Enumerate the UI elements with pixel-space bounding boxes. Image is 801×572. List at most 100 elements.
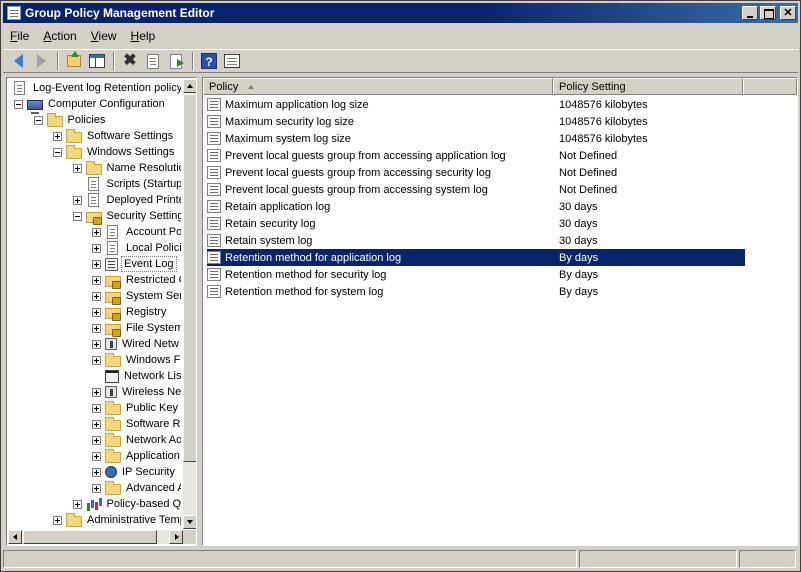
- tree-node[interactable]: Public Key P: [92, 400, 181, 416]
- security-folder-icon: [105, 323, 121, 337]
- policy-row[interactable]: Retain application log 30 days: [207, 198, 745, 215]
- policy-row[interactable]: Maximum system log size 1048576 kilobytes: [207, 130, 745, 147]
- expand-icon[interactable]: [92, 419, 101, 429]
- collapse-icon[interactable]: [14, 99, 23, 109]
- status-bar: [3, 550, 798, 570]
- tree-node[interactable]: Wired Netw: [92, 336, 181, 352]
- expand-icon[interactable]: [92, 307, 101, 317]
- policy-row[interactable]: Maximum security log size 1048576 kilobyt…: [207, 113, 745, 130]
- tree-horizontal-scroll-thumb[interactable]: [23, 530, 157, 544]
- back-button[interactable]: [7, 51, 29, 71]
- policy-row[interactable]: Retention method for system log By days: [207, 283, 745, 300]
- tree-node[interactable]: Account Pol: [92, 224, 181, 240]
- tree-node[interactable]: Advanced A: [92, 480, 181, 496]
- tree-node[interactable]: Registry: [92, 304, 168, 321]
- show-hide-action-pane-button[interactable]: [221, 51, 243, 71]
- show-hide-tree-button[interactable]: [86, 51, 108, 71]
- policy-setting-value: 1048576 kilobytes: [559, 98, 648, 111]
- scroll-up-button[interactable]: [183, 79, 196, 93]
- document-icon: [87, 177, 99, 191]
- tree-node[interactable]: Windows Fir: [92, 352, 181, 368]
- expand-icon[interactable]: [92, 243, 101, 253]
- tree-vertical-scroll-thumb[interactable]: [183, 94, 196, 462]
- tree-node[interactable]: Name Resolutio: [72, 160, 181, 176]
- expand-icon[interactable]: [92, 259, 101, 269]
- policy-row[interactable]: Retain system log 30 days: [207, 232, 745, 249]
- tree-node[interactable]: Restricted G: [92, 272, 181, 289]
- expand-icon[interactable]: [92, 387, 101, 397]
- menu-view-mnemonic: V: [90, 29, 99, 43]
- tree-node[interactable]: Application: [92, 448, 181, 464]
- menu-help[interactable]: Help: [124, 27, 163, 45]
- properties-button[interactable]: [142, 51, 164, 71]
- tree-node[interactable]: Event Log: [92, 256, 177, 272]
- console-tree[interactable]: Log-Event log Retention policy_ Computer …: [6, 77, 197, 546]
- expand-icon[interactable]: [92, 451, 101, 461]
- expand-icon[interactable]: [92, 227, 101, 237]
- tree-node[interactable]: Windows Settings: [53, 144, 176, 160]
- security-folder-icon: [105, 291, 121, 305]
- tree-node[interactable]: Scripts (Startup: [73, 176, 181, 192]
- expand-icon[interactable]: [92, 275, 101, 285]
- tree-node[interactable]: Log-Event log Retention policy_: [12, 80, 181, 96]
- expand-icon[interactable]: [92, 291, 101, 301]
- up-one-level-button[interactable]: [63, 51, 85, 71]
- tree-node[interactable]: IP Security: [92, 464, 177, 480]
- menu-action[interactable]: Action: [36, 27, 83, 45]
- export-list-button[interactable]: [165, 51, 187, 71]
- column-header-policy[interactable]: Policy: [203, 78, 553, 95]
- collapse-icon[interactable]: [33, 115, 43, 125]
- tree-node[interactable]: Policy-based Qo: [72, 496, 181, 512]
- expand-icon[interactable]: [92, 323, 101, 333]
- forward-button[interactable]: [30, 51, 52, 71]
- policy-row[interactable]: Retention method for security log By days: [207, 266, 745, 283]
- collapse-icon[interactable]: [53, 147, 62, 157]
- scroll-right-button[interactable]: [169, 530, 183, 544]
- tree-node[interactable]: Software Re: [92, 416, 181, 432]
- title-bar[interactable]: Group Policy Management Editor ✕: [3, 3, 798, 23]
- expand-icon[interactable]: [92, 467, 101, 477]
- scroll-down-button[interactable]: [183, 515, 196, 529]
- collapse-icon[interactable]: [72, 211, 82, 221]
- menu-view[interactable]: View: [84, 27, 124, 45]
- help-button[interactable]: ?: [198, 51, 220, 71]
- expand-icon[interactable]: [53, 515, 62, 525]
- tree-node[interactable]: Administrative Temp: [53, 512, 181, 528]
- delete-button[interactable]: ✖: [119, 51, 141, 71]
- tree-node[interactable]: Network Lis: [92, 368, 181, 384]
- close-button[interactable]: ✕: [780, 6, 796, 20]
- tree-node[interactable]: Computer Configuration: [14, 96, 167, 114]
- minimize-button[interactable]: [742, 6, 758, 20]
- expand-icon[interactable]: [92, 435, 101, 445]
- expand-icon[interactable]: [92, 403, 101, 413]
- expand-icon[interactable]: [72, 163, 82, 173]
- tree-node[interactable]: Deployed Printe: [72, 192, 181, 208]
- expand-icon[interactable]: [72, 195, 82, 205]
- results-list[interactable]: Policy Policy Setting Maximum applicatio…: [202, 77, 798, 546]
- tree-node[interactable]: Network Ac: [92, 432, 181, 448]
- tree-horizontal-scrollbar[interactable]: [8, 530, 183, 544]
- tree-node[interactable]: System Serv: [92, 288, 181, 305]
- tree-node[interactable]: Policies: [33, 112, 108, 128]
- expand-icon[interactable]: [72, 499, 82, 509]
- policy-row[interactable]: Retain security log 30 days: [207, 215, 745, 232]
- tree-node[interactable]: File System: [92, 320, 181, 337]
- expand-icon[interactable]: [53, 131, 62, 141]
- policy-row[interactable]: Prevent local guests group from accessin…: [207, 164, 745, 181]
- policy-row[interactable]: Retention method for application log By d…: [207, 249, 745, 266]
- scroll-left-button[interactable]: [8, 530, 22, 544]
- tree-node[interactable]: Local Policie: [92, 240, 181, 256]
- expand-icon[interactable]: [92, 339, 101, 349]
- menu-file[interactable]: File: [3, 27, 36, 45]
- tree-node[interactable]: Wireless Ne: [92, 384, 181, 400]
- tree-node[interactable]: Security Setting: [72, 208, 181, 225]
- maximize-button[interactable]: [760, 6, 776, 20]
- tree-node[interactable]: Software Settings: [53, 128, 175, 144]
- policy-row[interactable]: Prevent local guests group from accessin…: [207, 181, 745, 198]
- tree-vertical-scrollbar[interactable]: [183, 79, 196, 529]
- expand-icon[interactable]: [92, 355, 101, 365]
- policy-row[interactable]: Maximum application log size 1048576 kilo…: [207, 96, 745, 113]
- column-header-setting[interactable]: Policy Setting: [553, 78, 743, 95]
- policy-row[interactable]: Prevent local guests group from accessin…: [207, 147, 745, 164]
- expand-icon[interactable]: [92, 483, 101, 493]
